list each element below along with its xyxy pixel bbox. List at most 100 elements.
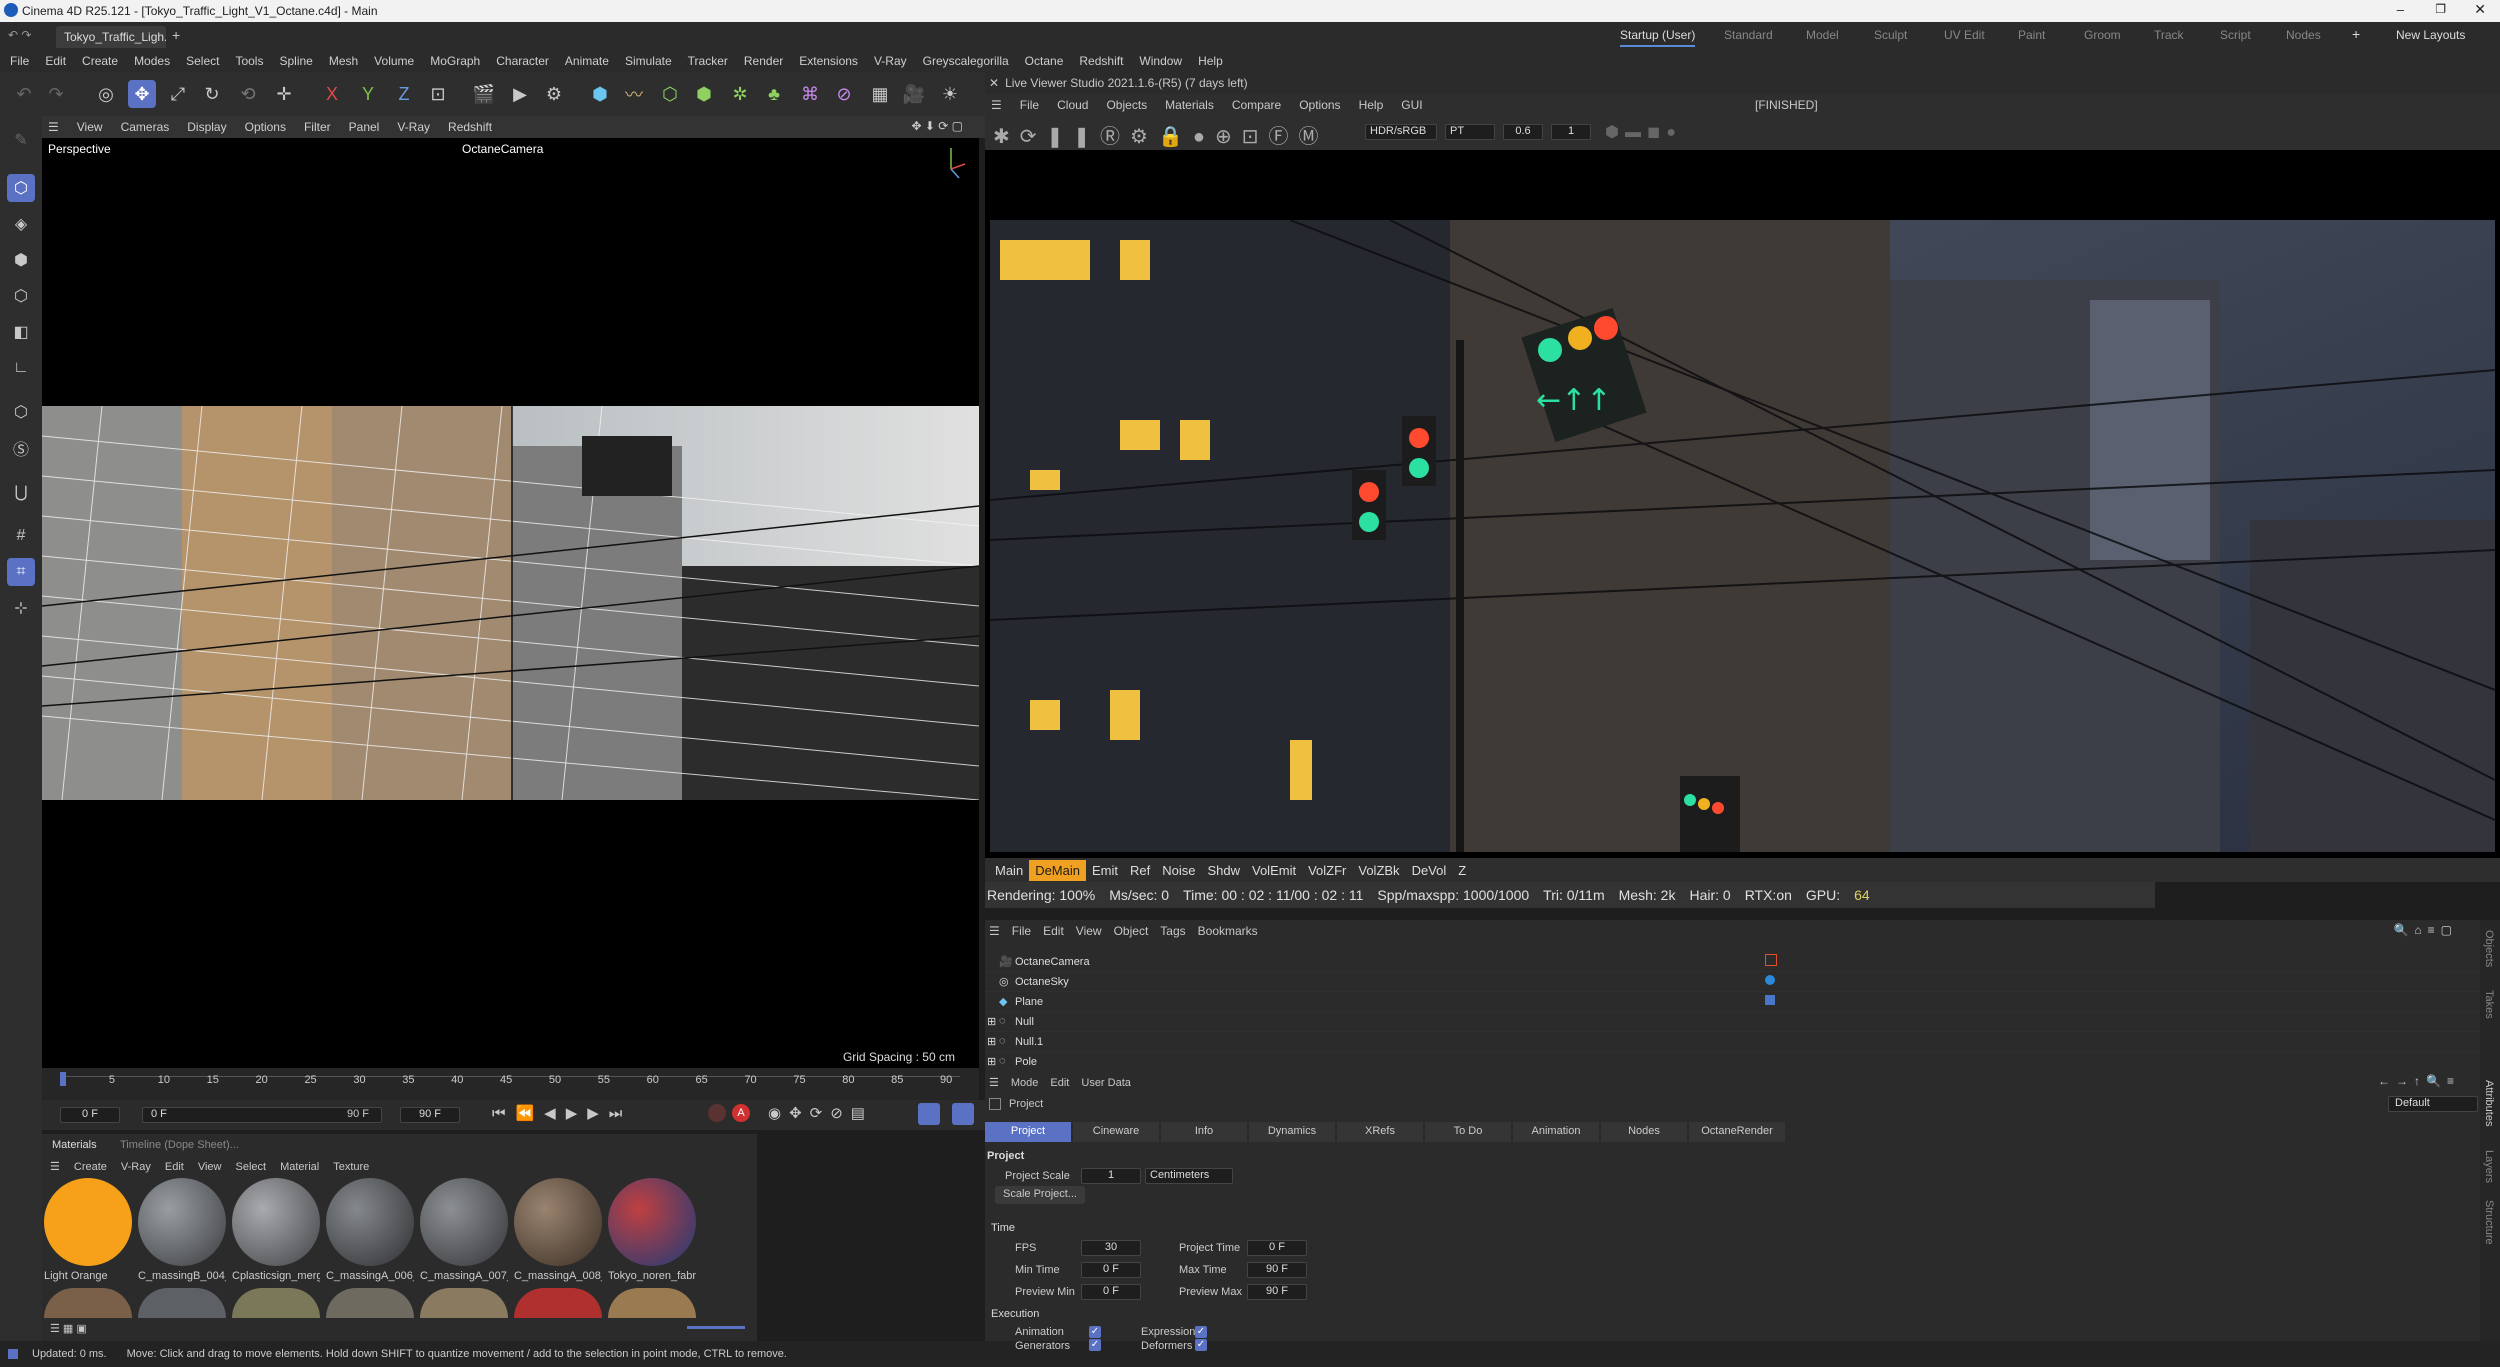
redo-icon[interactable]: ↷	[42, 80, 70, 108]
viewport-menu-view[interactable]: View	[77, 120, 103, 134]
camera-icon[interactable]: 🎥	[900, 80, 928, 108]
x-axis-icon[interactable]: X	[318, 80, 346, 108]
material-menu-view[interactable]: View	[198, 1161, 222, 1173]
object-row[interactable]: 🎥 OctaneCamera	[985, 952, 2500, 972]
pass-tab-shdw[interactable]: Shdw	[1201, 860, 1246, 881]
layout-tab-track[interactable]: Track	[2154, 28, 2184, 42]
animation-checkbox[interactable]: ✓	[1089, 1326, 1101, 1338]
viewport-navigation-icons[interactable]: ✥ ⬇ ⟳ ▢	[911, 119, 963, 133]
menu-animate[interactable]: Animate	[565, 54, 609, 68]
generators-checkbox[interactable]: ✓	[1089, 1339, 1101, 1351]
exposure-field[interactable]: 0.6	[1503, 124, 1543, 140]
object-menu-bookmarks[interactable]: Bookmarks	[1198, 924, 1258, 938]
viewport-menu-options[interactable]: Options	[245, 120, 286, 134]
fcurve-mode-icon[interactable]	[952, 1103, 974, 1125]
object-row[interactable]: ◆ Plane	[985, 992, 2500, 1012]
viewport-menu-panel[interactable]: Panel	[349, 120, 380, 134]
material-swatch[interactable]: Tokyo_noren_fabr	[608, 1178, 696, 1282]
lv-menu-file[interactable]: File	[1020, 98, 1039, 112]
render-view-icon[interactable]: 🎬	[470, 80, 498, 108]
viewport-menu-filter[interactable]: Filter	[304, 120, 331, 134]
material-tag-icon[interactable]	[1765, 995, 1775, 1005]
undo-icon[interactable]: ↶	[10, 80, 38, 108]
lv-menu-help[interactable]: Help	[1359, 98, 1384, 112]
environment-tag-icon[interactable]	[1765, 975, 1775, 985]
scale-project-button[interactable]: Scale Project...	[995, 1186, 1085, 1204]
tab-materials[interactable]: Materials	[52, 1139, 97, 1151]
workplane-icon[interactable]: #	[7, 522, 35, 550]
attr-tab-octanerender[interactable]: OctaneRender	[1689, 1122, 1785, 1142]
recent-tool-icon[interactable]: ⟲	[234, 80, 262, 108]
menu-select[interactable]: Select	[186, 54, 219, 68]
material-menu-icon[interactable]: ☰	[50, 1160, 60, 1173]
menu-edit[interactable]: Edit	[45, 54, 66, 68]
attribute-menu-edit[interactable]: Edit	[1050, 1077, 1069, 1089]
layer-field[interactable]: 1	[1551, 124, 1591, 140]
cloner-icon[interactable]: ⬢	[690, 80, 718, 108]
expression-checkbox[interactable]: ✓	[1195, 1326, 1207, 1338]
menu-volume[interactable]: Volume	[374, 54, 414, 68]
region-icons[interactable]: ⬢▬◼●	[1605, 122, 1682, 142]
lv-menu-materials[interactable]: Materials	[1165, 98, 1214, 112]
material-menu-material[interactable]: Material	[280, 1161, 319, 1173]
model-mode-icon[interactable]: ⬡	[7, 174, 35, 202]
menu-help[interactable]: Help	[1198, 54, 1223, 68]
menu-tools[interactable]: Tools	[235, 54, 263, 68]
field-icon[interactable]: ♣	[760, 80, 788, 108]
side-tab-takes[interactable]: Takes	[2483, 990, 2495, 1019]
material-swatch[interactable]: C_massingB_004_l	[138, 1178, 226, 1282]
expand-icon[interactable]: ⊞	[987, 1055, 996, 1068]
record-icon[interactable]	[708, 1104, 726, 1122]
maximize-icon[interactable]: ❐	[2435, 2, 2446, 16]
expand-icon[interactable]: ⊞	[987, 1015, 996, 1028]
viewport-menu-vray[interactable]: V-Ray	[397, 120, 430, 134]
close-icon[interactable]: ✕	[2474, 1, 2486, 18]
move-tool-icon[interactable]: ✥	[128, 80, 156, 108]
layout-tab-paint[interactable]: Paint	[2018, 28, 2045, 42]
viewport-menu-cameras[interactable]: Cameras	[121, 120, 170, 134]
menu-create[interactable]: Create	[82, 54, 118, 68]
material-swatch[interactable]: C_massingA_006_	[326, 1178, 414, 1282]
viewport-menu-redshift[interactable]: Redshift	[448, 120, 492, 134]
minimize-icon[interactable]: –	[2397, 2, 2404, 17]
material-menu-create[interactable]: Create	[74, 1161, 107, 1173]
new-tab-icon[interactable]: +	[172, 27, 180, 43]
undo-history-icon[interactable]: ↶ ↷	[8, 28, 31, 42]
object-menu-view[interactable]: View	[1076, 924, 1102, 938]
lv-menu-cloud[interactable]: Cloud	[1057, 98, 1088, 112]
keyframe-mode-icon[interactable]	[918, 1103, 940, 1125]
attr-tab-animation[interactable]: Animation	[1513, 1122, 1599, 1142]
viewport-menu-display[interactable]: Display	[187, 120, 226, 134]
lv-menu-objects[interactable]: Objects	[1106, 98, 1147, 112]
octane-camera-tag-icon[interactable]	[1765, 954, 1777, 966]
pen-icon[interactable]: ✎	[7, 126, 35, 154]
autokey-icon[interactable]: A	[732, 1104, 750, 1122]
attr-tab-nodes[interactable]: Nodes	[1601, 1122, 1687, 1142]
menu-simulate[interactable]: Simulate	[625, 54, 672, 68]
material-swatch[interactable]: Cplasticsign_merg	[232, 1178, 320, 1282]
menu-modes[interactable]: Modes	[134, 54, 170, 68]
playback-controls-icon[interactable]: ⏮⏪◀▶▶⏭	[492, 1104, 632, 1122]
end-frame-field[interactable]: 90 F	[400, 1107, 460, 1123]
render-control-icons[interactable]: ✱⟳❚❚Ⓡ⚙🔒●⊕⊡ⒻⓂ	[993, 120, 1328, 149]
object-row[interactable]: ⊞ ◌ Null	[985, 1012, 2500, 1032]
attr-tab-dynamics[interactable]: Dynamics	[1249, 1122, 1335, 1142]
magnet-icon[interactable]: ⋃	[7, 478, 35, 506]
lv-menu-compare[interactable]: Compare	[1232, 98, 1281, 112]
pass-tab-emit[interactable]: Emit	[1086, 860, 1124, 881]
transform-tool-icon[interactable]: ✛	[270, 80, 298, 108]
menu-tracker[interactable]: Tracker	[688, 54, 728, 68]
snap-icon[interactable]: Ⓢ	[7, 434, 35, 462]
material-menu-edit[interactable]: Edit	[165, 1161, 184, 1173]
pass-tab-volzbk[interactable]: VolZBk	[1352, 860, 1405, 881]
floor-icon[interactable]: ▦	[866, 80, 894, 108]
pass-tab-noise[interactable]: Noise	[1156, 860, 1201, 881]
layout-tab-script[interactable]: Script	[2220, 28, 2251, 42]
live-viewer-render-area[interactable]: ←↑↑	[985, 150, 2500, 858]
attr-tab-todo[interactable]: To Do	[1425, 1122, 1511, 1142]
material-menu-select[interactable]: Select	[236, 1161, 267, 1173]
new-layouts-button[interactable]: New Layouts	[2396, 28, 2465, 42]
menu-octane[interactable]: Octane	[1025, 54, 1064, 68]
object-row[interactable]: ◎ OctaneSky	[985, 972, 2500, 992]
zoom-slider[interactable]	[687, 1326, 745, 1329]
